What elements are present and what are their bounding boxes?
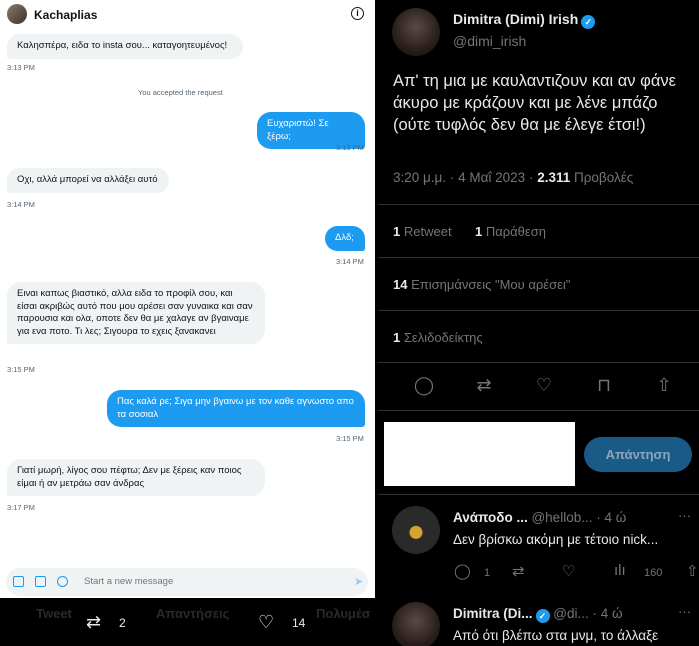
retweet-count: 2 <box>119 616 126 630</box>
dm-header: Kachaplias i <box>0 0 375 32</box>
reply-author[interactable]: Dimitra (Di... ✓ @di... · 4 ώ <box>453 606 623 623</box>
quotes-count: 1 <box>475 224 483 239</box>
reply-author[interactable]: Ανάποδο ... @hellob... · 4 ώ <box>453 510 626 525</box>
tweet-panel: Dimitra (Dimi) Irish ✓ @dimi_irish Απ' τη… <box>378 0 699 646</box>
reply-text: Δεν βρίσκω ακόμη με τέτοιο nick... <box>453 532 659 547</box>
message-bubble: Γιατί μωρή, λίγος σου πέφτω; Δεν με ξέρε… <box>7 459 265 496</box>
views-label: Προβολές <box>574 170 634 185</box>
bookmark-icon[interactable]: ⊓ <box>592 375 616 396</box>
retweets-label: Retweet <box>403 224 452 239</box>
reply-author-handle: @di... <box>553 606 589 621</box>
tab-media[interactable]: Πολυμέσ <box>316 606 371 621</box>
reply-author-name: Dimitra (Di... <box>453 606 533 621</box>
retweet-icon[interactable]: ⇄ <box>472 375 496 396</box>
divider <box>378 310 699 311</box>
message-time: 3:17 PM <box>7 503 35 512</box>
image-icon[interactable] <box>13 576 24 587</box>
reply-icon[interactable]: ◯ <box>454 562 471 580</box>
send-icon[interactable]: ➤ <box>354 575 363 588</box>
bookmarks-stat[interactable]: 1 Σελιδοδείκτης <box>393 330 483 345</box>
retweets-count: 1 <box>393 224 401 239</box>
reply-text: Από ότι βλέπω στα μνμ, το άλλαξε <box>453 628 659 643</box>
message-composer: ➤ <box>6 568 368 596</box>
tweet-date[interactable]: 4 Μαΐ 2023 <box>458 170 525 185</box>
message-bubble: Καλησπέρα, ειδα το insta σου... καταγοητ… <box>7 34 243 59</box>
message-bubble: Ειναι καπως βιαστικό, αλλα ειδα το προφί… <box>7 282 265 344</box>
tweet-bottom-bar: Tweet Απαντήσεις Πολυμέσ <box>0 598 375 646</box>
tab-tweet[interactable]: Tweet <box>36 606 72 621</box>
dm-panel: Kachaplias i Καλησπέρα, ειδα το insta σο… <box>0 0 375 646</box>
message-input[interactable] <box>84 576 324 587</box>
message-time: 3:14 PM <box>336 257 364 266</box>
views-count: 2.311 <box>537 170 571 185</box>
reply-time: · 4 ώ <box>592 606 623 621</box>
message-time: 3:13 PM <box>7 63 35 72</box>
tweet-meta: 3:20 μ.μ. · 4 Μαΐ 2023 · 2.311 Προβολές <box>393 170 634 185</box>
message-time: 3:15 PM <box>336 434 364 443</box>
likes-stat[interactable]: 14 Επισημάνσεις "Μου αρέσει" <box>393 277 570 292</box>
reply-time: · 4 ώ <box>596 510 627 525</box>
bookmarks-label: Σελιδοδείκτης <box>403 330 483 345</box>
views-icon[interactable]: ılı <box>614 562 626 579</box>
message-bubble: Οχι, αλλά μπορεί να αλλάξει αυτό <box>7 168 169 193</box>
quotes-stat[interactable]: 1 Παράθεση <box>475 224 546 239</box>
reply-icon[interactable]: ◯ <box>412 375 436 396</box>
emoji-icon[interactable] <box>57 576 68 587</box>
reply-count: 1 <box>484 567 491 579</box>
message-bubble: Πας καλά ρε; Σιγα μην βγαινω με τον καθε… <box>107 390 365 427</box>
view-count: 160 <box>644 567 663 579</box>
contact-avatar[interactable] <box>7 4 27 24</box>
quotes-label: Παράθεση <box>485 224 546 239</box>
like-icon[interactable]: ♡ <box>258 612 274 633</box>
message-time: 3:13 PM <box>336 143 364 152</box>
message-time: 3:15 PM <box>7 365 35 374</box>
author-name[interactable]: Dimitra (Dimi) Irish ✓ <box>453 11 596 29</box>
divider <box>378 362 699 363</box>
share-icon[interactable]: ⇧ <box>652 375 676 396</box>
info-icon[interactable]: i <box>351 7 364 20</box>
contact-name[interactable]: Kachaplias <box>34 8 97 22</box>
bookmarks-count: 1 <box>393 330 401 345</box>
more-icon[interactable]: ··· <box>678 508 691 523</box>
verified-badge-icon: ✓ <box>535 609 550 623</box>
tweet-text: Απ' τη μια με καυλαντιζουν και αν φάνε ά… <box>393 72 676 134</box>
divider <box>378 410 699 411</box>
share-icon[interactable]: ⇧ <box>686 562 699 580</box>
tab-replies[interactable]: Απαντήσεις <box>156 606 229 621</box>
verified-badge-icon: ✓ <box>581 15 596 29</box>
like-count: 14 <box>292 616 306 630</box>
reply-button[interactable]: Απάντηση <box>584 437 692 472</box>
retweet-icon[interactable]: ⇄ <box>86 612 101 633</box>
divider <box>378 204 699 205</box>
retweets-stat[interactable]: 1 Retweet <box>393 224 452 239</box>
retweet-icon[interactable]: ⇄ <box>512 562 525 580</box>
reply-avatar[interactable] <box>392 602 440 646</box>
message-bubble: Δλδ; <box>325 226 365 251</box>
reply-input-redacted[interactable] <box>384 422 575 486</box>
author-handle[interactable]: @dimi_irish <box>453 33 526 49</box>
likes-label: Επισημάνσεις "Μου αρέσει" <box>411 277 571 292</box>
divider <box>378 494 699 495</box>
more-icon[interactable]: ··· <box>678 604 691 619</box>
gif-icon[interactable] <box>35 576 46 587</box>
author-avatar[interactable] <box>392 8 440 56</box>
likes-count: 14 <box>393 277 408 292</box>
like-icon[interactable]: ♡ <box>532 375 556 396</box>
reply-avatar[interactable] <box>392 506 440 554</box>
reply-author-handle: @hellob... <box>531 510 593 525</box>
author-name-text: Dimitra (Dimi) Irish <box>453 11 579 27</box>
message-time: 3:14 PM <box>7 200 35 209</box>
reply-author-name: Ανάποδο ... <box>453 510 528 525</box>
tweet-time[interactable]: 3:20 μ.μ. <box>393 170 446 185</box>
like-icon[interactable]: ♡ <box>562 562 575 580</box>
system-notice: You accepted the request <box>138 88 223 97</box>
divider <box>378 257 699 258</box>
